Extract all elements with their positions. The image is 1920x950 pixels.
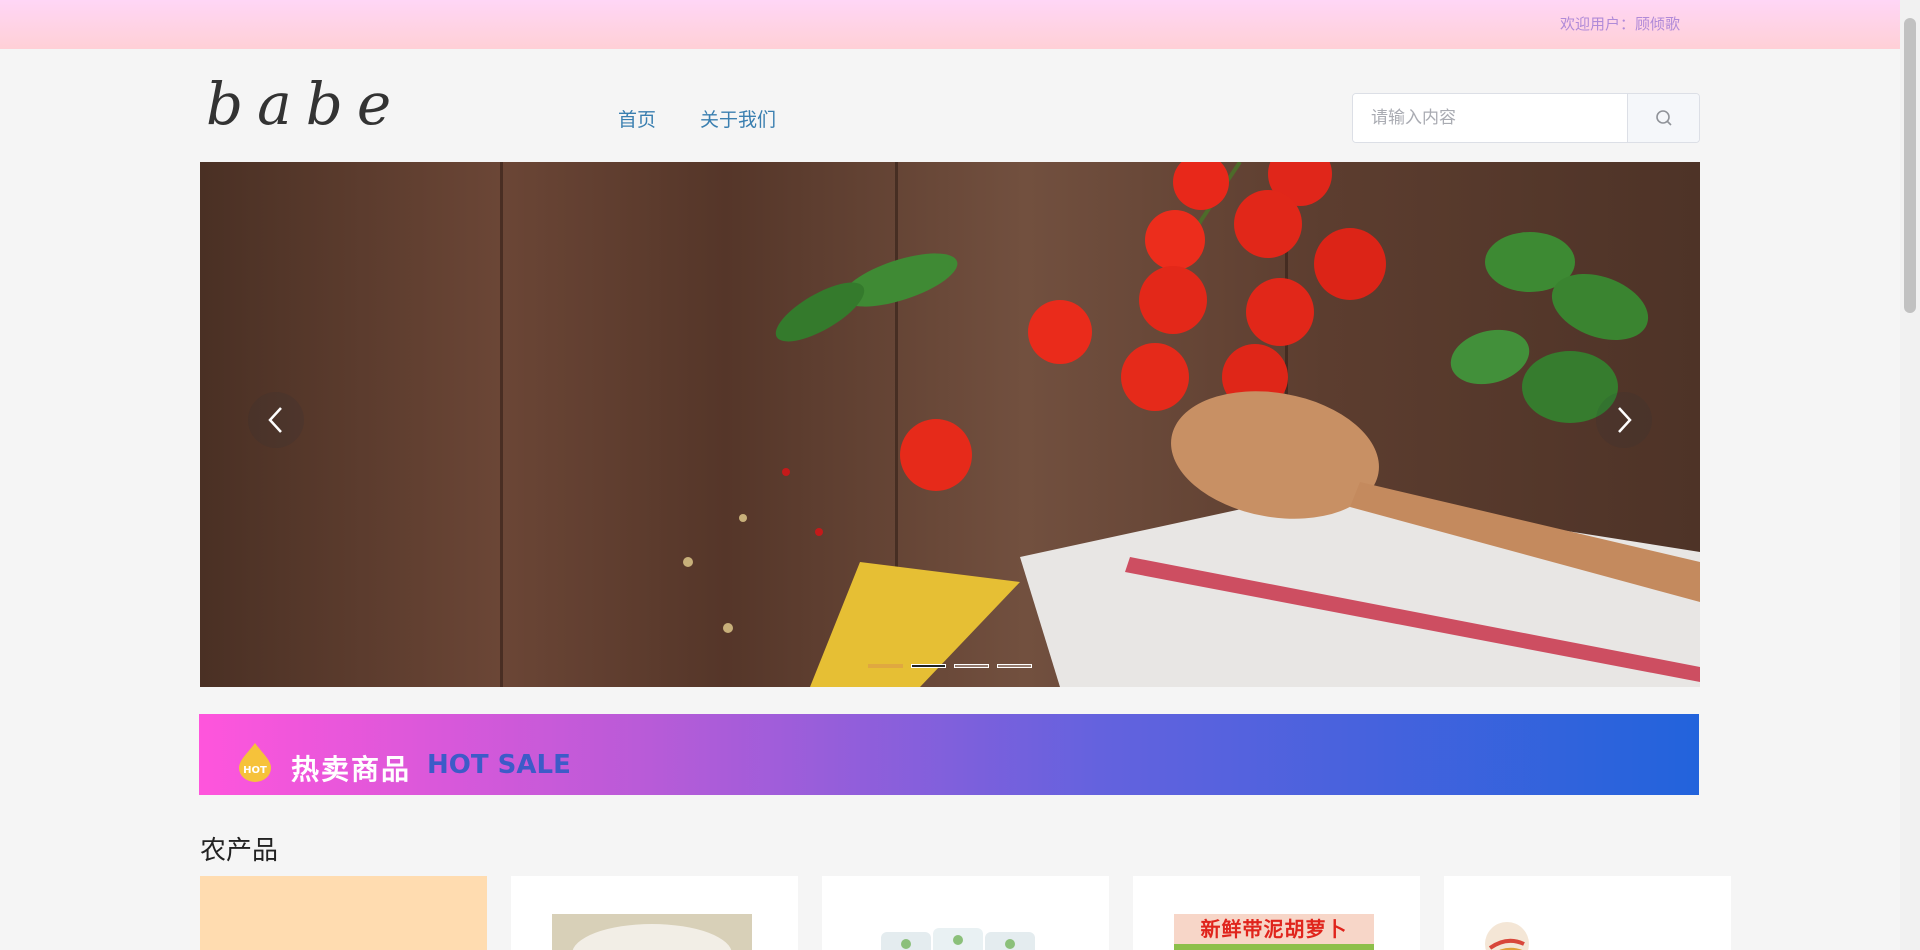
product-image bbox=[552, 914, 752, 950]
hot-sale-banner: HOT 热卖商品 HOT SALE bbox=[199, 714, 1699, 795]
product-list: 新鲜带泥胡萝卜 bbox=[200, 876, 1731, 950]
nav-about-us[interactable]: 关于我们 bbox=[700, 105, 776, 132]
carousel-indicator[interactable] bbox=[911, 664, 946, 668]
product-card[interactable] bbox=[511, 876, 798, 950]
search-input[interactable] bbox=[1353, 94, 1627, 142]
carousel-indicator[interactable] bbox=[868, 664, 903, 668]
product-image bbox=[881, 928, 1035, 950]
hot-sale-title: 热卖商品 bbox=[291, 753, 412, 786]
product-image: 新鲜带泥胡萝卜 bbox=[1174, 914, 1374, 950]
scrollbar-thumb[interactable] bbox=[1904, 18, 1916, 313]
search-icon bbox=[1655, 110, 1672, 126]
chevron-left-icon bbox=[268, 407, 282, 433]
page-scrollbar[interactable] bbox=[1900, 0, 1920, 950]
main-nav: 首页 关于我们 bbox=[618, 105, 776, 132]
section-title: 农产品 bbox=[200, 836, 279, 866]
product-logo-icon bbox=[1485, 922, 1529, 950]
carousel-prev-button[interactable] bbox=[248, 392, 304, 448]
carousel-indicator[interactable] bbox=[954, 664, 989, 668]
top-bar: 欢迎用户：顾倾歌 bbox=[0, 0, 1900, 49]
chevron-right-icon bbox=[1618, 407, 1632, 433]
hero-food-illustration bbox=[683, 162, 1700, 687]
hot-badge-text: HOT bbox=[243, 765, 267, 776]
hero-carousel[interactable] bbox=[200, 162, 1700, 687]
product-card[interactable]: 新鲜带泥胡萝卜 bbox=[1133, 876, 1420, 950]
carousel-indicators bbox=[868, 664, 1032, 668]
product-card[interactable] bbox=[200, 876, 487, 950]
product-card[interactable] bbox=[1444, 876, 1731, 950]
search-box bbox=[1352, 93, 1700, 143]
search-button[interactable] bbox=[1627, 94, 1699, 142]
hot-sale-subtitle: HOT SALE bbox=[427, 750, 571, 780]
carousel-indicator[interactable] bbox=[997, 664, 1032, 668]
hot-flame-icon: HOT bbox=[239, 743, 271, 782]
product-card[interactable] bbox=[822, 876, 1109, 950]
site-logo[interactable]: babe bbox=[206, 70, 405, 138]
carousel-next-button[interactable] bbox=[1596, 392, 1652, 448]
nav-home[interactable]: 首页 bbox=[618, 105, 656, 132]
welcome-text[interactable]: 欢迎用户：顾倾歌 bbox=[1560, 13, 1680, 34]
product-caption: 新鲜带泥胡萝卜 bbox=[1174, 914, 1374, 944]
